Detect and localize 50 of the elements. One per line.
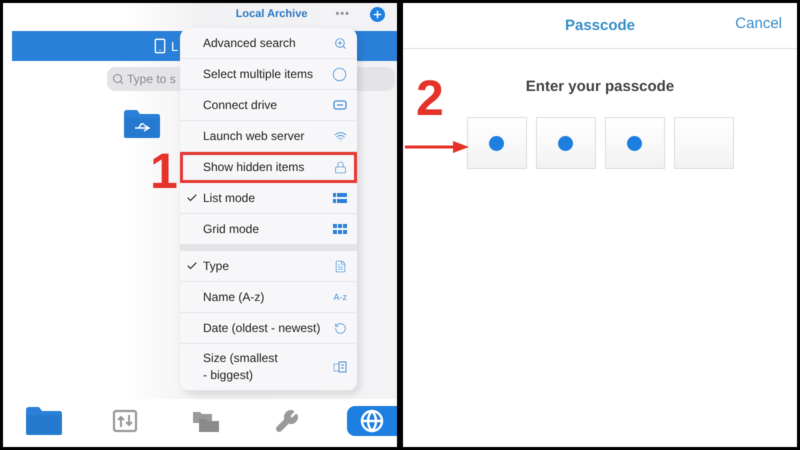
menu-item[interactable]: List mode [180,183,357,214]
menu-item[interactable]: Connect drive [180,90,357,121]
location-label: L [171,38,178,54]
passcode-dot [558,136,573,150]
tab-bar-item[interactable] [23,406,65,436]
step-number: 2 [416,73,444,123]
step-number: 1 [150,146,178,196]
usb-folder-icon [122,109,162,139]
check-icon [186,192,198,204]
drive-icon [333,100,347,110]
list-mode-icon [333,193,347,203]
history-icon [334,322,347,334]
lock-icon [334,160,347,174]
screen-title: Passcode [564,17,636,34]
folders-icon [192,409,220,433]
menu-item[interactable]: Size (smallest - biggest) [180,344,357,391]
check-icon [186,260,198,272]
menu-item[interactable]: Show hidden items [180,152,357,183]
passcode-dot [489,136,504,150]
transfer-icon [112,409,138,433]
wrench-icon [275,409,299,433]
passcode-digit-box[interactable] [466,117,526,169]
tab-bar-item[interactable] [347,406,397,436]
menu-item[interactable]: Launch web server [180,121,357,152]
passcode-prompt: Enter your passcode [524,78,676,95]
circle-icon [332,66,347,82]
menu-item[interactable]: Select multiple items [180,59,357,90]
plus-icon [372,8,383,20]
add-button[interactable] [370,6,385,22]
document-icon [334,260,347,272]
wifi-icon [334,130,347,142]
phone-icon [152,38,168,54]
menu-item[interactable]: Grid mode [180,214,357,245]
menu-item[interactable]: Advanced search [180,28,357,59]
globe-icon [360,409,384,433]
size-sort-icon [333,361,347,373]
screen-title: Local Archive [236,8,308,20]
cancel-button[interactable]: Cancel [735,15,782,32]
menu-item[interactable]: Date (oldest - newest) [180,313,357,344]
alphabet-sort-icon: A-z [334,292,347,302]
grid-mode-icon [333,224,347,234]
menu-item[interactable]: Name (A-z) A-z [180,282,357,313]
passcode-digit-box[interactable] [536,117,596,169]
passcode-dot [627,136,642,150]
menu-item[interactable]: Type [180,251,357,282]
pointer-arrow [405,140,469,154]
zoom-in-icon [334,36,347,50]
passcode-digit-box[interactable] [604,117,664,169]
search-icon [112,73,124,85]
folder-icon [24,406,64,436]
